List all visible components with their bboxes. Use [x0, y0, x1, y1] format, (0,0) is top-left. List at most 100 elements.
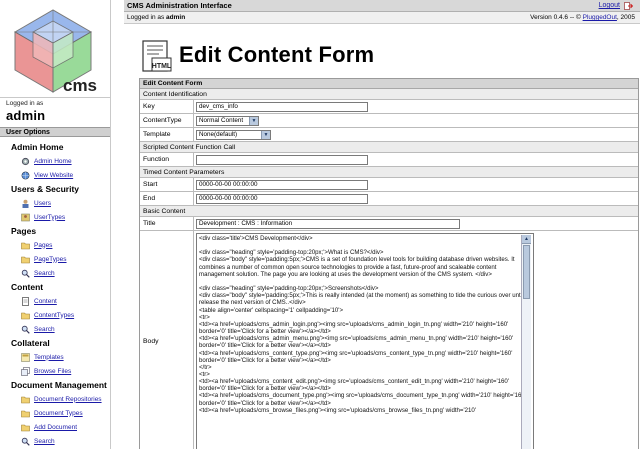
chevron-down-icon[interactable]: ▼: [249, 116, 258, 125]
sidebar-item-document-types[interactable]: Document Types: [0, 406, 110, 420]
sidebar-item-label: Search: [34, 437, 55, 445]
folder-icon: [21, 423, 30, 432]
logged-in-user: admin: [166, 14, 186, 21]
sidebar-item-label: Document Repositories: [34, 395, 102, 403]
sidebar-item-label: Pages: [34, 241, 53, 249]
usertype-icon: [21, 213, 30, 222]
end-field[interactable]: 0000-00-00 00:00:00: [196, 193, 368, 204]
sidebar-item-view-website[interactable]: View Website: [0, 168, 110, 182]
sidebar-item-usertypes[interactable]: UserTypes: [0, 210, 110, 224]
body-textarea[interactable]: <div class='title'>CMS Development</div>…: [196, 233, 534, 449]
sidebar-item-label: Browse Files: [34, 367, 72, 375]
app-title: CMS Administration Interface: [127, 1, 232, 10]
logged-in-prefix: Logged in as: [127, 14, 165, 21]
row-key: Key dev_cms_info: [140, 100, 638, 114]
chevron-down-icon[interactable]: ▼: [261, 130, 270, 139]
sidebar-item-pages[interactable]: Pages: [0, 238, 110, 252]
body-label: Body: [140, 231, 194, 449]
status-bar: Logged in as admin Version 0.4.6 -- © Pl…: [124, 12, 640, 24]
section-collateral: Collateral: [11, 338, 50, 348]
folder-icon: [21, 409, 30, 418]
sidebar-item-admin-home[interactable]: Admin Home: [0, 154, 110, 168]
template-label: Template: [140, 128, 194, 141]
section-content: Content: [11, 282, 44, 292]
row-contenttype: ContentType Normal Content ▼: [140, 114, 638, 128]
sidebar-item-templates[interactable]: Templates: [0, 350, 110, 364]
logged-in-panel: Logged in as admin: [0, 97, 110, 127]
folder-icon: [21, 395, 30, 404]
html-document-icon: HTML: [140, 40, 172, 74]
folder-icon: [21, 241, 30, 250]
row-template: Template None(default) ▼: [140, 128, 638, 142]
row-start: Start 0000-00-00 00:00:00: [140, 178, 638, 192]
logout-link[interactable]: Logout: [599, 2, 620, 9]
sidebar-item-pagetypes[interactable]: PageTypes: [0, 252, 110, 266]
scroll-up-icon[interactable]: ▲: [522, 235, 531, 244]
start-label: Start: [140, 178, 194, 191]
gear-icon: [21, 157, 30, 166]
top-bar: CMS Administration Interface Logout: [124, 0, 640, 12]
function-label: Function: [140, 153, 194, 166]
row-function: Function: [140, 153, 638, 167]
template-value: None(default): [199, 131, 238, 138]
sidebar-item-label: Add Document: [34, 423, 77, 431]
sidebar-item-content[interactable]: Content: [0, 294, 110, 308]
sidebar-item-label: PageTypes: [34, 255, 67, 263]
key-field[interactable]: dev_cms_info: [196, 101, 368, 112]
sidebar-item-label: Admin Home: [34, 157, 72, 165]
sidebar-item-label: Templates: [34, 353, 64, 361]
sidebar-item-label: View Website: [34, 171, 74, 179]
sidebar-item-label: Content: [34, 297, 57, 305]
pluggedout-link[interactable]: PluggedOut: [583, 14, 617, 21]
user-icon: [21, 199, 30, 208]
globe-icon: [21, 171, 30, 180]
form-header: Edit Content Form: [140, 79, 638, 89]
sidebar-item-browse-files[interactable]: Browse Files: [0, 364, 110, 378]
user-options-title: User Options: [0, 127, 110, 137]
sidebar: cms Logged in as admin User Options Admi…: [0, 0, 111, 449]
sidebar-item-label: Search: [34, 325, 55, 333]
sidebar-item-users[interactable]: Users: [0, 196, 110, 210]
sidebar-item-contenttypes[interactable]: ContentTypes: [0, 308, 110, 322]
contenttype-label: ContentType: [140, 114, 194, 127]
magnifier-icon: [21, 325, 30, 334]
contenttype-value: Normal Content: [199, 117, 244, 124]
sidebar-item-label: Document Types: [34, 409, 83, 417]
folder-icon: [21, 311, 30, 320]
sidebar-item-pages-search[interactable]: Search: [0, 266, 110, 280]
sidebar-item-label: ContentTypes: [34, 311, 75, 319]
start-field[interactable]: 0000-00-00 00:00:00: [196, 179, 368, 190]
sidebar-item-content-search[interactable]: Search: [0, 322, 110, 336]
contenttype-select[interactable]: Normal Content ▼: [196, 115, 259, 126]
section-pages: Pages: [11, 226, 37, 236]
section-users-security: Users & Security: [11, 184, 80, 194]
version-year: , 2005: [616, 14, 635, 21]
version-info: Version 0.4.6 -- © PluggedOut, 2005: [530, 14, 635, 21]
cms-logo: cms: [3, 2, 108, 95]
sidebar-nav: Admin Home Admin Home View Website Users…: [0, 140, 110, 448]
version-text: Version 0.4.6 -- ©: [530, 14, 583, 21]
title-label: Title: [140, 217, 194, 230]
template-select[interactable]: None(default) ▼: [196, 129, 271, 140]
logged-in-label: Logged in as: [6, 100, 44, 107]
section-basic-content: Basic Content: [140, 206, 638, 217]
title-field[interactable]: Development : CMS : Information: [196, 218, 460, 229]
end-label: End: [140, 192, 194, 205]
edit-content-form: Edit Content Form Content Identification…: [139, 78, 639, 449]
magnifier-icon: [21, 269, 30, 278]
body-scrollbar[interactable]: ▲: [521, 235, 531, 449]
sidebar-item-add-document[interactable]: Add Document: [0, 420, 110, 434]
sidebar-item-label: UserTypes: [34, 213, 66, 221]
sidebar-item-document-repositories[interactable]: Document Repositories: [0, 392, 110, 406]
logout-icon[interactable]: [624, 2, 634, 10]
document-icon: [21, 296, 30, 306]
sidebar-item-document-search[interactable]: Search: [0, 434, 110, 448]
scrollbar-thumb[interactable]: [523, 245, 530, 299]
template-icon: [21, 352, 30, 362]
logged-in-status: Logged in as admin: [127, 14, 185, 21]
function-field[interactable]: [196, 154, 368, 165]
row-title: Title Development : CMS : Information: [140, 217, 638, 231]
section-admin-home: Admin Home: [11, 142, 64, 152]
magnifier-icon: [21, 437, 30, 446]
sidebar-item-label: Users: [34, 199, 51, 207]
